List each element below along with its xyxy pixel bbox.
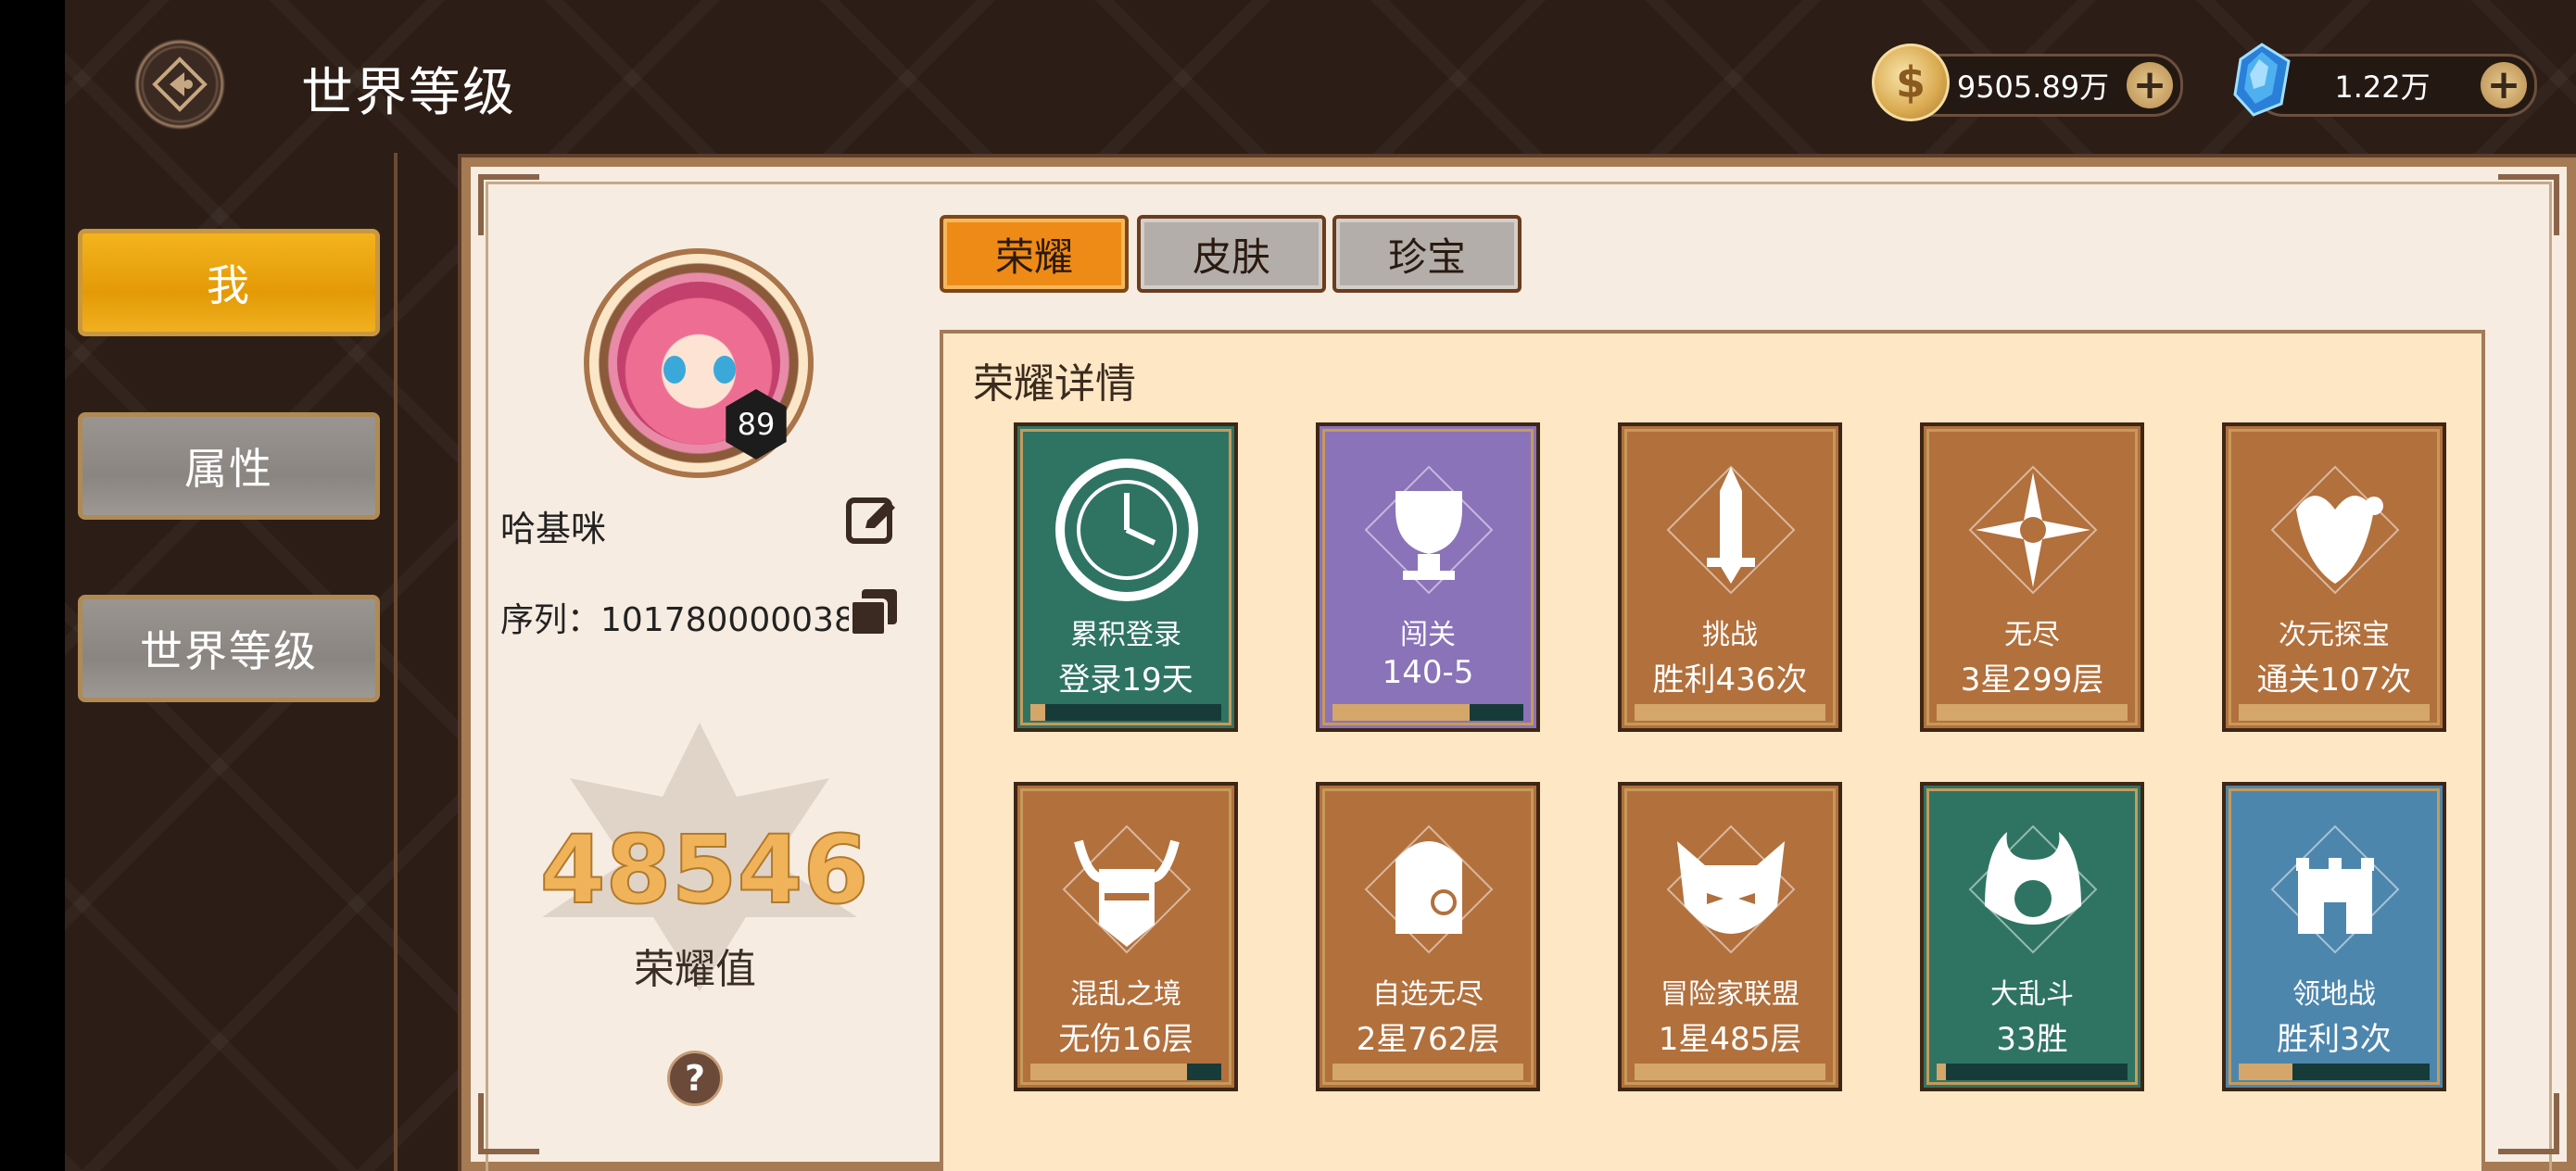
- player-serial: 序列：101780000038: [500, 601, 855, 639]
- ornament-corner: [2498, 174, 2559, 235]
- progress-fill: [2239, 704, 2430, 721]
- clock-icon: [1055, 459, 1198, 601]
- honor-card[interactable]: 混乱之境无伤16层: [1014, 782, 1238, 1091]
- progress-bar: [1332, 1064, 1523, 1080]
- flame-shield-icon: [1968, 825, 2098, 954]
- tab-skins[interactable]: 皮肤: [1137, 215, 1326, 293]
- tab-honor[interactable]: 荣耀: [940, 215, 1129, 293]
- honor-card[interactable]: 冒险家联盟 1星485层: [1618, 782, 1842, 1091]
- progress-bar: [1030, 1064, 1221, 1080]
- honor-card[interactable]: 次元探宝通关107次: [2222, 422, 2446, 732]
- honor-card-title: 闯关: [1400, 619, 1456, 651]
- monocle-character-icon: [1364, 825, 1494, 954]
- sidebar-item-label: 我: [207, 260, 251, 310]
- honor-card-value: 3星299层: [1960, 661, 2104, 699]
- progress-fill: [1937, 1064, 1947, 1080]
- honor-card-title: 自选无尽: [1372, 978, 1484, 1011]
- honor-label: 荣耀值: [634, 946, 756, 993]
- honor-card-value: 1星485层: [1658, 1021, 1802, 1058]
- add-gem-button[interactable]: +: [2481, 62, 2527, 108]
- add-gold-button[interactable]: +: [2127, 62, 2173, 108]
- honor-card-value: 2星762层: [1356, 1021, 1500, 1058]
- coin-icon: $: [1872, 44, 1950, 121]
- left-edge-strip: [0, 0, 65, 1171]
- honor-card-title: 挑战: [1702, 619, 1758, 651]
- progress-bar: [1332, 704, 1523, 721]
- honor-card[interactable]: 无尽 3星299层: [1920, 422, 2144, 732]
- honor-card-title: 冒险家联盟: [1661, 978, 1799, 1011]
- sidebar-item-world-level[interactable]: 世界等级: [78, 595, 380, 702]
- progress-bar: [1635, 1064, 1825, 1080]
- sword-icon: [1666, 465, 1796, 595]
- honor-card-title: 领地战: [2292, 978, 2376, 1011]
- honor-detail-title: 荣耀详情: [973, 360, 1136, 408]
- help-icon[interactable]: ?: [667, 1051, 723, 1106]
- tab-label: 荣耀: [994, 233, 1073, 280]
- sidebar-item-label: 世界等级: [140, 626, 318, 676]
- ornament-corner: [478, 174, 539, 235]
- honor-card-title: 累积登录: [1070, 619, 1181, 651]
- progress-fill: [1030, 1064, 1187, 1080]
- honor-card-value: 33胜: [1996, 1021, 2068, 1058]
- treasure-icon: [2270, 465, 2400, 595]
- honor-card-title: 次元探宝: [2279, 619, 2390, 651]
- honor-card[interactable]: 闯关 140-5: [1316, 422, 1540, 732]
- progress-bar: [1635, 704, 1825, 721]
- progress-fill: [1635, 1064, 1825, 1080]
- horned-helmet-icon: [1062, 825, 1192, 954]
- honor-card-value: 胜利436次: [1652, 661, 1808, 699]
- avatar-eye: [713, 356, 736, 384]
- progress-fill: [1332, 1064, 1523, 1080]
- edit-icon[interactable]: [845, 493, 899, 547]
- honor-card[interactable]: 大乱斗 33胜: [1920, 782, 2144, 1091]
- ornament-corner: [2498, 1093, 2559, 1154]
- progress-bar: [2239, 1064, 2430, 1080]
- honor-card-value: 无伤16层: [1058, 1021, 1193, 1058]
- honor-card-title: 大乱斗: [1990, 978, 2074, 1011]
- avatar-eye: [663, 356, 686, 384]
- honor-card-value: 通关107次: [2256, 661, 2412, 699]
- honor-card-value: 胜利3次: [2277, 1021, 2392, 1058]
- back-diamond-icon: [152, 57, 208, 112]
- honor-card-title: 混乱之境: [1070, 978, 1181, 1011]
- progress-fill: [1332, 704, 1471, 721]
- honor-card[interactable]: 领地战胜利3次: [2222, 782, 2446, 1091]
- castle-icon: [2270, 825, 2400, 954]
- progress-fill: [2239, 1064, 2292, 1080]
- trophy-icon: [1364, 465, 1494, 595]
- sidebar-item-me[interactable]: 我: [78, 229, 380, 336]
- progress-fill: [1937, 704, 2128, 721]
- tab-label: 皮肤: [1192, 233, 1270, 280]
- progress-bar: [1030, 704, 1221, 721]
- gold-value: 9505.89万: [1956, 69, 2110, 105]
- page-title: 世界等级: [301, 63, 516, 123]
- player-name: 哈基咪: [500, 509, 607, 549]
- back-button[interactable]: [134, 39, 225, 130]
- progress-bar: [1937, 1064, 2128, 1080]
- progress-fill: [1030, 704, 1046, 721]
- progress-bar: [1937, 704, 2128, 721]
- honor-card[interactable]: 自选无尽 2星762层: [1316, 782, 1540, 1091]
- cat-mask-icon: [1666, 825, 1796, 954]
- sidebar-divider: [394, 153, 398, 1171]
- ornament-corner: [478, 1093, 539, 1154]
- tab-treasures[interactable]: 珍宝: [1332, 215, 1522, 293]
- copy-icon[interactable]: [847, 586, 901, 639]
- honor-card-value: 登录19天: [1058, 661, 1193, 699]
- progress-bar: [2239, 704, 2430, 721]
- sidebar-item-label: 属性: [184, 444, 273, 494]
- honor-value: 48546: [539, 814, 870, 926]
- honor-card-title: 无尽: [2004, 619, 2060, 651]
- star-compass-icon: [1968, 465, 2098, 595]
- sidebar-item-attributes[interactable]: 属性: [78, 412, 380, 520]
- honor-card-value: 140-5: [1382, 654, 1474, 691]
- gem-counter: 1.22万 +: [2254, 54, 2537, 117]
- gem-value: 1.22万: [2334, 69, 2431, 105]
- honor-card[interactable]: 累积登录登录19天: [1014, 422, 1238, 732]
- crystal-icon: [2233, 43, 2291, 117]
- honor-card[interactable]: 挑战胜利436次: [1618, 422, 1842, 732]
- progress-fill: [1635, 704, 1825, 721]
- tab-label: 珍宝: [1387, 233, 1466, 280]
